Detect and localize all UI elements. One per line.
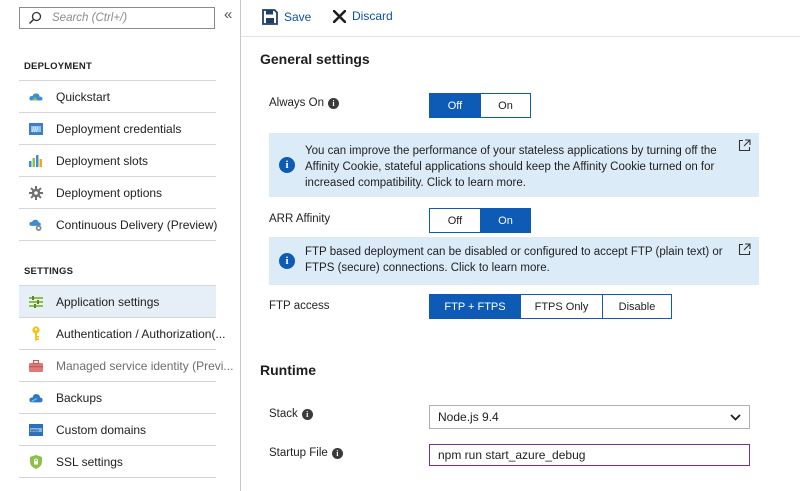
always-on-label-text: Always On bbox=[269, 97, 324, 109]
info-circle-icon: i bbox=[279, 253, 295, 269]
close-icon bbox=[333, 9, 346, 23]
sidebar-item-label: Custom domains bbox=[56, 422, 147, 437]
sidebar-item-deployment-slots[interactable]: Deployment slots bbox=[19, 145, 216, 177]
affinity-info-banner[interactable]: i You can improve the performance of you… bbox=[269, 133, 759, 197]
sidebar-item-label: Deployment slots bbox=[56, 153, 149, 168]
sidebar-item-label: Continuous Delivery (Preview) bbox=[56, 217, 218, 232]
ftp-info-banner[interactable]: i FTP based deployment can be disabled o… bbox=[269, 237, 759, 285]
sidebar: « DEPLOYMENT Quickstart /// Deployment c… bbox=[0, 0, 240, 491]
discard-label: Discard bbox=[352, 9, 393, 23]
svg-text:///: /// bbox=[32, 126, 39, 133]
sidebar-item-authentication[interactable]: Authentication / Authorization(... bbox=[19, 318, 225, 350]
sidebar-item-label: Quickstart bbox=[56, 89, 111, 104]
save-label: Save bbox=[284, 10, 312, 24]
sidebar-divider bbox=[240, 0, 241, 491]
settings-list-icon bbox=[29, 295, 43, 309]
sidebar-item-label: Deployment credentials bbox=[56, 121, 182, 136]
external-link-icon[interactable] bbox=[738, 139, 751, 152]
cloud-delivery-icon bbox=[29, 218, 43, 232]
ftp-access-ftp-ftps-option[interactable]: FTP + FTPS bbox=[430, 295, 520, 318]
sidebar-item-custom-domains[interactable]: www Custom domains bbox=[19, 414, 216, 446]
sidebar-item-label: Application settings bbox=[56, 294, 160, 309]
gear-icon bbox=[29, 185, 43, 200]
startup-file-label: Startup File i bbox=[269, 447, 343, 459]
chevron-down-icon bbox=[730, 413, 741, 421]
sidebar-item-label: SSL settings bbox=[56, 454, 123, 469]
sidebar-item-managed-service-identity[interactable]: Managed service identity (Previ... bbox=[19, 350, 233, 382]
key-icon bbox=[29, 326, 43, 341]
shield-icon bbox=[29, 454, 43, 469]
arr-affinity-toggle[interactable]: Off On bbox=[429, 208, 531, 233]
sidebar-item-application-settings[interactable]: Application settings bbox=[19, 286, 216, 318]
ftp-access-label: FTP access bbox=[269, 300, 330, 312]
search-input[interactable] bbox=[52, 12, 202, 24]
general-settings-heading: General settings bbox=[260, 51, 370, 67]
discard-button[interactable]: Discard bbox=[333, 9, 393, 23]
cloud-backup-icon bbox=[29, 391, 43, 405]
section-title-settings: SETTINGS bbox=[24, 266, 74, 277]
save-icon bbox=[262, 9, 278, 25]
info-icon[interactable]: i bbox=[327, 97, 339, 109]
sidebar-item-quickstart[interactable]: Quickstart bbox=[19, 81, 216, 113]
ftp-access-label-text: FTP access bbox=[269, 300, 330, 312]
stack-label: Stack i bbox=[269, 408, 313, 420]
always-on-on-option[interactable]: On bbox=[480, 94, 530, 117]
sidebar-item-label: Authentication / Authorization(... bbox=[56, 326, 226, 341]
search-box[interactable] bbox=[19, 7, 215, 29]
ftp-info-text: FTP based deployment can be disabled or … bbox=[305, 246, 723, 274]
cloud-icon bbox=[29, 90, 43, 104]
search-icon bbox=[28, 11, 42, 25]
sidebar-item-ssl-settings[interactable]: SSL settings bbox=[19, 446, 216, 478]
stack-select-value: Node.js 9.4 bbox=[438, 410, 499, 424]
sidebar-item-deployment-options[interactable]: Deployment options bbox=[19, 177, 216, 209]
ftp-access-ftps-only-option[interactable]: FTPS Only bbox=[520, 295, 602, 318]
credentials-icon: /// bbox=[29, 122, 43, 136]
info-circle-icon: i bbox=[279, 157, 295, 173]
arr-affinity-label: ARR Affinity bbox=[269, 213, 330, 225]
always-on-label: Always On i bbox=[269, 97, 339, 109]
sidebar-item-label: Managed service identity (Previ... bbox=[56, 358, 234, 373]
ftp-access-toggle[interactable]: FTP + FTPS FTPS Only Disable bbox=[429, 294, 672, 319]
sidebar-item-continuous-delivery[interactable]: Continuous Delivery (Preview) bbox=[19, 209, 218, 241]
startup-file-label-text: Startup File bbox=[269, 447, 328, 459]
ftp-access-disable-option[interactable]: Disable bbox=[602, 295, 671, 318]
sidebar-item-label: Backups bbox=[56, 390, 103, 405]
stack-select[interactable]: Node.js 9.4 bbox=[429, 405, 750, 429]
runtime-heading: Runtime bbox=[260, 362, 316, 378]
stack-label-text: Stack bbox=[269, 408, 298, 420]
save-button[interactable]: Save bbox=[262, 9, 311, 25]
slots-chart-icon bbox=[29, 154, 43, 168]
arr-affinity-on-option[interactable]: On bbox=[480, 209, 530, 232]
startup-file-input[interactable] bbox=[429, 444, 750, 466]
svg-text:www: www bbox=[31, 428, 40, 432]
collapse-sidebar-button[interactable]: « bbox=[224, 6, 232, 23]
toolbar: Save Discard bbox=[241, 0, 800, 37]
www-icon: www bbox=[29, 423, 43, 437]
sidebar-item-deployment-credentials[interactable]: /// Deployment credentials bbox=[19, 113, 216, 145]
affinity-info-text: You can improve the performance of your … bbox=[305, 145, 717, 189]
section-title-deployment: DEPLOYMENT bbox=[24, 61, 92, 72]
arr-affinity-label-text: ARR Affinity bbox=[269, 213, 331, 225]
always-on-off-option[interactable]: Off bbox=[430, 94, 480, 117]
info-icon[interactable]: i bbox=[301, 408, 313, 420]
sidebar-item-label: Deployment options bbox=[56, 185, 163, 200]
briefcase-icon bbox=[29, 359, 43, 373]
sidebar-item-backups[interactable]: Backups bbox=[19, 382, 216, 414]
always-on-toggle[interactable]: Off On bbox=[429, 93, 531, 118]
arr-affinity-off-option[interactable]: Off bbox=[430, 209, 480, 232]
info-icon[interactable]: i bbox=[331, 447, 343, 459]
external-link-icon[interactable] bbox=[738, 243, 751, 256]
